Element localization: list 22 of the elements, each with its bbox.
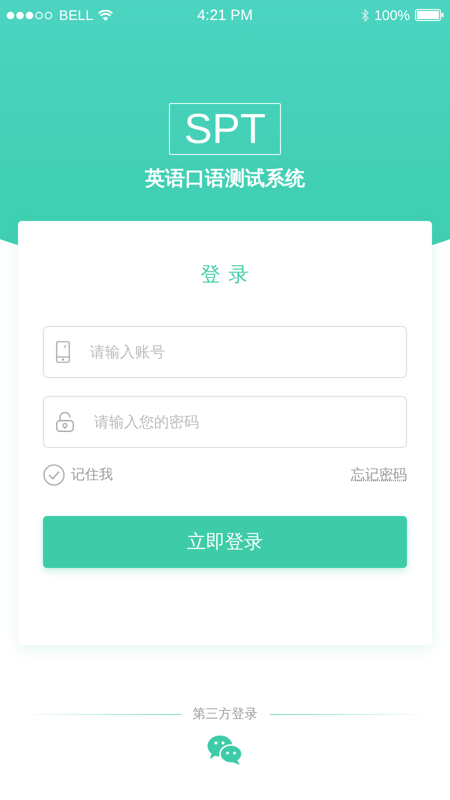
checkbox[interactable] <box>43 464 65 486</box>
login-title: 登 录 <box>199 261 251 288</box>
signal-icon <box>6 10 54 20</box>
chat-bubbles-icon[interactable] <box>207 735 243 765</box>
third-party-login-label: 第三方登录 <box>192 706 258 723</box>
login-button[interactable]: 立即登录 <box>43 516 407 568</box>
password-field[interactable]: 请输入您的密码 <box>43 396 407 448</box>
lock-icon <box>56 412 74 432</box>
battery-percent: 100% <box>374 7 410 23</box>
forgot-password-link[interactable]: 忘记密码 <box>351 466 407 484</box>
logo: SPT <box>169 103 281 155</box>
bluetooth-icon <box>361 8 370 22</box>
account-field[interactable]: 请输入账号 <box>43 326 407 378</box>
app-title: 英语口语测试系统 <box>145 165 305 192</box>
remember-me-label: 记住我 <box>71 466 113 484</box>
account-input[interactable]: 请输入账号 <box>88 342 406 362</box>
wifi-icon <box>98 10 114 20</box>
phone-icon <box>56 341 70 363</box>
battery-icon <box>415 9 444 21</box>
clock-time: 4:21 PM <box>197 6 253 24</box>
password-input[interactable]: 请输入您的密码 <box>92 412 406 432</box>
carrier-name: BELL <box>59 7 94 23</box>
